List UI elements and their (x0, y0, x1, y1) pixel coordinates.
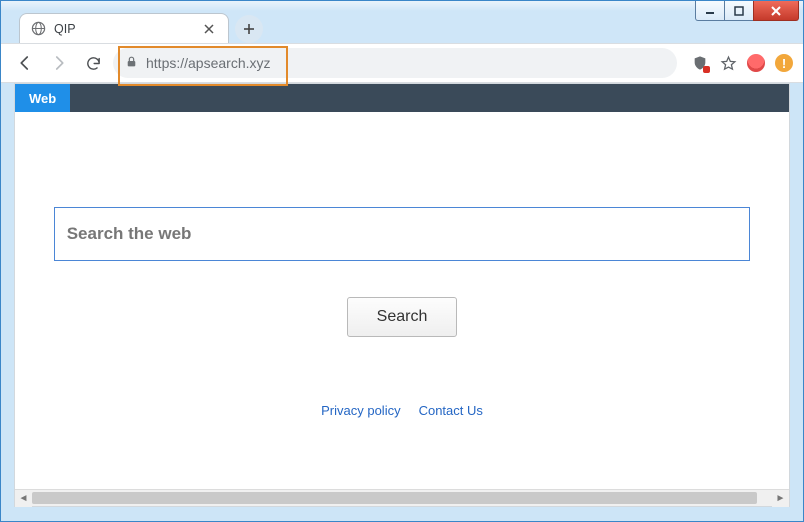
horizontal-scrollbar[interactable]: ◄ ► (15, 489, 789, 506)
scroll-left-arrow[interactable]: ◄ (15, 490, 32, 507)
scroll-thumb[interactable] (32, 492, 757, 504)
new-tab-button[interactable] (235, 15, 263, 43)
contact-us-link[interactable]: Contact Us (419, 403, 483, 418)
reload-button[interactable] (79, 49, 107, 77)
tab-close-button[interactable] (200, 20, 218, 38)
window-minimize-button[interactable] (695, 1, 725, 21)
scroll-track[interactable] (32, 490, 772, 506)
privacy-policy-link[interactable]: Privacy policy (321, 403, 400, 418)
window-close-button[interactable] (753, 1, 799, 21)
site-nav-bar: Web (15, 84, 789, 112)
url-text: https://apsearch.xyz (146, 55, 271, 71)
browser-tab[interactable]: QIP (19, 13, 229, 43)
search-input[interactable] (54, 207, 751, 261)
footer-links: Privacy policy Contact Us (321, 403, 483, 418)
window-controls (696, 1, 799, 21)
browser-toolbar: https://apsearch.xyz ! (1, 43, 803, 83)
forward-button[interactable] (45, 49, 73, 77)
search-button[interactable]: Search (347, 297, 457, 337)
window-maximize-button[interactable] (724, 1, 754, 21)
globe-icon (30, 21, 46, 37)
update-warning-button[interactable]: ! (775, 54, 793, 72)
shield-icon[interactable] (691, 54, 709, 72)
window-titlebar (1, 1, 803, 11)
blocked-badge (703, 66, 710, 73)
profile-avatar-button[interactable] (747, 54, 765, 72)
tab-strip: QIP (1, 11, 803, 43)
warning-icon: ! (775, 54, 793, 72)
back-button[interactable] (11, 49, 39, 77)
page-viewport: Web Search Privacy policy Contact Us ◄ ► (14, 83, 790, 507)
extension-icons: ! (683, 54, 793, 72)
avatar-icon (747, 54, 765, 72)
lock-icon (125, 55, 138, 71)
bookmark-star-icon[interactable] (719, 54, 737, 72)
tab-title: QIP (54, 22, 192, 36)
scroll-right-arrow[interactable]: ► (772, 490, 789, 507)
address-bar[interactable]: https://apsearch.xyz (113, 48, 677, 78)
site-nav-web-tab[interactable]: Web (15, 84, 70, 112)
page-content: Search Privacy policy Contact Us (15, 112, 789, 489)
